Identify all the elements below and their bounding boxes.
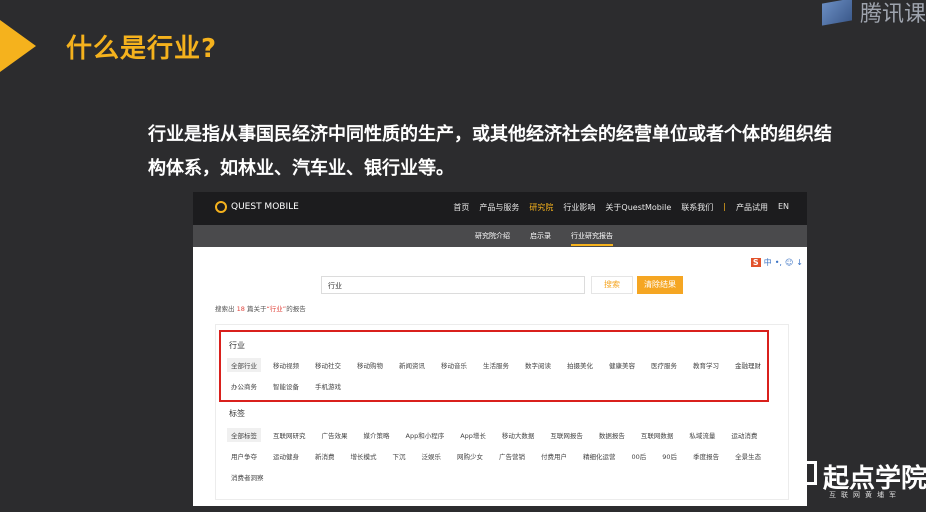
nav-item-home[interactable]: 首页 — [453, 202, 469, 213]
tag-chip[interactable]: 互联网数据 — [637, 428, 678, 442]
result-count: 18 — [236, 305, 245, 313]
industry-chip[interactable]: 全部行业 — [227, 358, 261, 372]
industry-chip[interactable]: 教育学习 — [689, 358, 723, 372]
qidian-logo-icon — [793, 461, 817, 485]
nav-item-impact[interactable]: 行业影响 — [563, 202, 595, 213]
sogou-icon[interactable]: S — [750, 258, 761, 267]
tag-chip[interactable]: 广告营销 — [495, 449, 529, 463]
slide: 什么是行业? 腾讯课 行业是指从事国民经济中同性质的生产，或其他经济社会的经营单… — [0, 0, 926, 512]
questmobile-logo-text: QUEST MOBILE — [231, 202, 299, 212]
slide-title: 什么是行业? — [66, 34, 218, 64]
industry-chip[interactable]: 金融理财 — [731, 358, 765, 372]
site-subbar: 研究院介绍 启示录 行业研究报告 — [193, 225, 807, 247]
tag-chip[interactable]: 运动消费 — [727, 428, 761, 442]
tag-chip[interactable]: 数据报告 — [595, 428, 629, 442]
questmobile-logo[interactable]: QUEST MOBILE — [215, 201, 299, 213]
search-button[interactable]: 搜索 — [591, 276, 633, 294]
tags-list: 全部标签 互联网研究 广告效果 媒介策略 App和小程序 App增长 移动大数据… — [227, 428, 767, 484]
industry-chip[interactable]: 拍摄美化 — [563, 358, 597, 372]
industry-chip[interactable]: 健康美容 — [605, 358, 639, 372]
site-nav: 首页 产品与服务 研究院 行业影响 关于QuestMobile 联系我们 | 产… — [453, 202, 789, 213]
tag-chip[interactable]: 下沉 — [389, 449, 410, 463]
tag-chip[interactable]: 00后 — [628, 449, 651, 463]
site-topbar: QUEST MOBILE 首页 产品与服务 研究院 行业影响 关于QuestMo… — [193, 192, 807, 225]
ime-toolbar: S 中 •, ☺ ↓ — [750, 257, 803, 268]
tag-chip[interactable]: 泛娱乐 — [418, 449, 446, 463]
industry-chip[interactable]: 移动视频 — [269, 358, 303, 372]
tag-chip[interactable]: 私域流量 — [685, 428, 719, 442]
punctuation-icon[interactable]: •, — [775, 258, 782, 267]
qidian-brand-subtext: 互联网黄埔军 — [829, 491, 901, 499]
nav-item-about[interactable]: 关于QuestMobile — [605, 202, 671, 213]
tencent-class-logo-text: 腾讯课 — [859, 2, 926, 27]
industry-chip[interactable]: 移动音乐 — [437, 358, 471, 372]
subnav-item-intro[interactable]: 研究院介绍 — [475, 231, 510, 246]
subnav-item-industry-reports[interactable]: 行业研究报告 — [571, 231, 613, 246]
tags-label: 标签 — [229, 409, 245, 418]
ime-chinese-toggle[interactable]: 中 — [764, 257, 772, 268]
search-input[interactable]: 行业 — [321, 276, 585, 294]
industry-chip[interactable]: 医疗服务 — [647, 358, 681, 372]
result-keyword: “行业” — [266, 305, 287, 313]
industry-list: 全部行业 移动视频 移动社交 移动购物 新闻资讯 移动音乐 生活服务 数字阅读 … — [227, 358, 767, 393]
nav-item-contact[interactable]: 联系我们 — [681, 202, 713, 213]
tag-chip[interactable]: App和小程序 — [402, 428, 449, 442]
result-summary: 搜索出 18 篇关于“行业”的报告 — [215, 303, 306, 313]
questmobile-ring-icon — [215, 201, 227, 213]
subnav-item-revelation[interactable]: 启示录 — [530, 231, 551, 246]
tag-chip[interactable]: 网购少女 — [453, 449, 487, 463]
tag-chip[interactable]: 增长模式 — [347, 449, 381, 463]
tag-chip[interactable]: 精细化运营 — [579, 449, 620, 463]
mic-icon[interactable]: ↓ — [796, 258, 803, 267]
nav-item-lang[interactable]: EN — [778, 202, 789, 213]
nav-item-research[interactable]: 研究院 — [529, 202, 553, 213]
tag-chip[interactable]: 移动大数据 — [498, 428, 539, 442]
tag-chip[interactable]: 运动健身 — [269, 449, 303, 463]
tag-chip[interactable]: 90后 — [658, 449, 681, 463]
emoji-icon[interactable]: ☺ — [785, 258, 793, 267]
industry-chip[interactable]: 生活服务 — [479, 358, 513, 372]
slide-arrow-icon — [0, 20, 36, 72]
tag-chip[interactable]: 全部标签 — [227, 428, 261, 442]
nav-separator: | — [723, 202, 726, 211]
tag-chip[interactable]: 广告效果 — [318, 428, 352, 442]
slide-description: 行业是指从事国民经济中同性质的生产，或其他经济社会的经营单位或者个体的组织结构体… — [148, 124, 832, 179]
tag-chip[interactable]: 全景生态 — [731, 449, 765, 463]
tag-chip[interactable]: 新消费 — [311, 449, 339, 463]
tag-chip[interactable]: 互联网报告 — [546, 428, 587, 442]
industry-label: 行业 — [229, 341, 245, 350]
industry-chip[interactable]: 办公商务 — [227, 379, 261, 393]
tag-chip[interactable]: 媒介策略 — [360, 428, 394, 442]
cube-logo-icon — [821, 0, 852, 26]
tag-chip[interactable]: 付费用户 — [537, 449, 571, 463]
qidian-brand: 起点学院 互联网黄埔军 — [793, 458, 926, 512]
industry-chip[interactable]: 新闻资讯 — [395, 358, 429, 372]
result-suffix: 的报告 — [286, 305, 306, 313]
industry-chip[interactable]: 数字阅读 — [521, 358, 555, 372]
industry-chip[interactable]: 移动购物 — [353, 358, 387, 372]
tag-chip[interactable]: 互联网研究 — [269, 428, 310, 442]
sub-nav: 研究院介绍 启示录 行业研究报告 — [475, 231, 613, 246]
industry-chip[interactable]: 智能设备 — [269, 379, 303, 393]
result-prefix: 搜索出 — [215, 305, 235, 313]
nav-item-products[interactable]: 产品与服务 — [479, 202, 519, 213]
result-middle: 篇关于 — [246, 305, 267, 313]
tag-chip[interactable]: 用户争夺 — [227, 449, 261, 463]
industry-chip[interactable]: 移动社交 — [311, 358, 345, 372]
tag-chip[interactable]: 消费者洞察 — [227, 470, 268, 484]
tencent-class-logo: 腾讯课 — [821, 0, 926, 28]
nav-item-trial[interactable]: 产品试用 — [736, 202, 768, 213]
embedded-screenshot: QUEST MOBILE 首页 产品与服务 研究院 行业影响 关于QuestMo… — [193, 192, 807, 506]
tag-chip[interactable]: App增长 — [456, 428, 490, 442]
industry-chip[interactable]: 手机游戏 — [311, 379, 345, 393]
tag-chip[interactable]: 季度报告 — [689, 449, 723, 463]
clear-results-button[interactable]: 清除结果 — [637, 276, 683, 294]
